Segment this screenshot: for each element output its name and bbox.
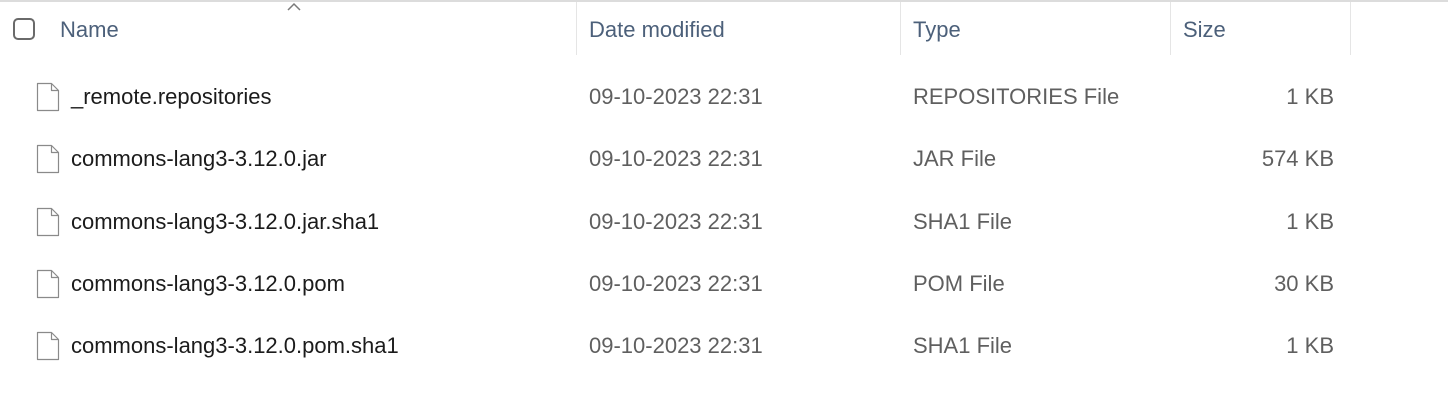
- generic-file-icon: [36, 82, 60, 112]
- file-date-modified: 09-10-2023 22:31: [589, 333, 763, 358]
- column-header-name[interactable]: Name: [60, 2, 576, 55]
- generic-file-icon: [36, 207, 60, 237]
- select-all-checkbox[interactable]: [13, 18, 35, 40]
- file-size: 1 KB: [1286, 333, 1334, 358]
- file-type: SHA1 File: [913, 333, 1013, 358]
- file-name: _remote.repositories: [71, 84, 272, 109]
- file-date-modified: 09-10-2023 22:31: [589, 208, 763, 234]
- file-size: 1 KB: [1286, 84, 1334, 109]
- file-type: SHA1 File: [913, 208, 1013, 234]
- generic-file-icon: [36, 269, 60, 299]
- column-divider[interactable]: [900, 2, 901, 55]
- column-header-date-modified[interactable]: Date modified: [589, 2, 900, 55]
- column-divider[interactable]: [1350, 2, 1351, 55]
- file-type: POM File: [913, 270, 1005, 296]
- file-name: commons-lang3-3.12.0.pom.sha1: [71, 333, 399, 358]
- file-type: REPOSITORIES File: [913, 84, 1120, 109]
- file-name: commons-lang3-3.12.0.jar: [71, 146, 327, 172]
- file-size: 574 KB: [1261, 146, 1334, 172]
- column-header-type[interactable]: Type: [913, 2, 1170, 55]
- file-type: JAR File: [913, 146, 997, 172]
- column-divider[interactable]: [1170, 2, 1171, 55]
- column-header-bar: Name Date modified Type Size: [0, 2, 1448, 55]
- file-size: 1 KB: [1286, 208, 1334, 234]
- file-row[interactable]: _remote.repositories 09-10-2023 22:31 REPO…: [0, 66, 1448, 128]
- file-date-modified: 09-10-2023 22:31: [589, 146, 763, 172]
- file-row[interactable]: commons-lang3-3.12.0.jar 09-10-2023 22:31…: [0, 128, 1448, 190]
- file-name: commons-lang3-3.12.0.jar.sha1: [71, 208, 380, 234]
- column-divider[interactable]: [576, 2, 577, 55]
- generic-file-icon: [36, 144, 60, 174]
- file-date-modified: 09-10-2023 22:31: [589, 84, 763, 109]
- file-row[interactable]: commons-lang3-3.12.0.pom 09-10-2023 22:31…: [0, 253, 1448, 315]
- generic-file-icon: [36, 331, 60, 361]
- file-name: commons-lang3-3.12.0.pom: [71, 270, 345, 296]
- file-size: 30 KB: [1274, 270, 1334, 296]
- file-row[interactable]: commons-lang3-3.12.0.pom.sha1 09-10-2023 …: [0, 315, 1448, 377]
- file-row[interactable]: commons-lang3-3.12.0.jar.sha1 09-10-2023 …: [0, 191, 1448, 253]
- file-date-modified: 09-10-2023 22:31: [589, 270, 763, 296]
- column-header-size[interactable]: Size: [1183, 2, 1350, 55]
